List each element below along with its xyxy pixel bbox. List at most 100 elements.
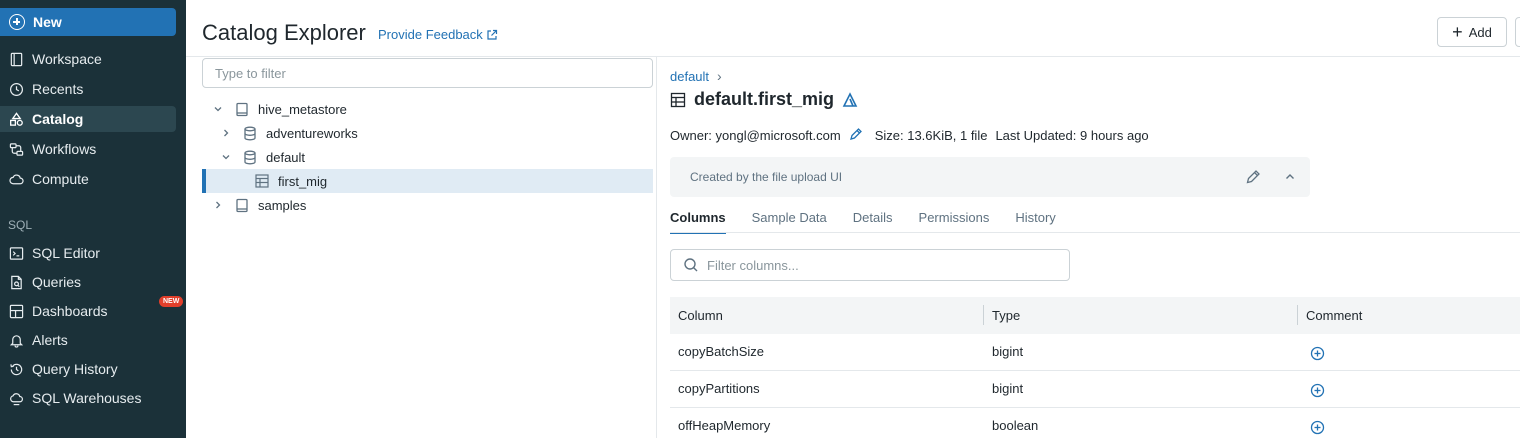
plus-icon: + <box>1452 21 1463 42</box>
sidebar-item-label: Query History <box>32 361 118 377</box>
table-icon <box>670 92 686 107</box>
tree-node-samples[interactable]: samples <box>210 193 306 217</box>
table-row: copyPartitions bigint <box>670 371 1520 408</box>
sidebar-item-sql-warehouses[interactable]: SQL Warehouses <box>0 385 176 411</box>
sidebar-item-label: Recents <box>32 81 84 97</box>
tab-sample-data[interactable]: Sample Data <box>752 206 827 233</box>
sql-editor-icon <box>8 245 24 261</box>
header-type[interactable]: Type <box>992 308 1020 323</box>
new-button-label: New <box>33 14 62 30</box>
sidebar-item-label: SQL Warehouses <box>32 390 142 406</box>
breadcrumb: default › <box>670 68 722 84</box>
sidebar-item-alerts[interactable]: Alerts <box>0 327 176 353</box>
provide-feedback-link[interactable]: Provide Feedback <box>378 27 498 42</box>
tab-permissions[interactable]: Permissions <box>919 206 990 233</box>
breadcrumb-link-default[interactable]: default <box>670 69 709 84</box>
database-icon <box>242 149 258 165</box>
add-comment-icon[interactable] <box>1310 383 1325 401</box>
delta-icon <box>842 91 858 107</box>
sidebar-item-queries[interactable]: Queries <box>0 269 176 295</box>
cell-column: copyPartitions <box>678 381 760 396</box>
tab-columns[interactable]: Columns <box>670 206 726 234</box>
provide-feedback-label: Provide Feedback <box>378 27 483 42</box>
tree-node-default[interactable]: default <box>218 145 305 169</box>
tree-node-hive-metastore[interactable]: hive_metastore <box>210 97 347 121</box>
edit-owner-icon[interactable] <box>849 127 863 144</box>
sidebar-item-label: Alerts <box>32 332 68 348</box>
tree-node-label: samples <box>258 197 307 213</box>
edit-description-icon[interactable] <box>1245 169 1261 188</box>
chevron-down-icon[interactable] <box>218 149 234 165</box>
cell-type: bigint <box>992 344 1024 359</box>
sidebar-item-label: Queries <box>32 274 82 290</box>
catalog-book-icon <box>234 197 250 213</box>
description-box: Created by the file upload UI <box>670 157 1310 197</box>
external-link-icon <box>487 29 497 40</box>
detail-tabs: Columns Sample Data Details Permissions … <box>670 206 1082 234</box>
cell-column: copyBatchSize <box>678 344 764 359</box>
header-divider <box>186 56 1520 57</box>
selection-indicator <box>202 169 206 193</box>
sql-section-label: SQL <box>8 218 33 232</box>
column-filter-input[interactable] <box>707 257 1047 273</box>
cell-type: boolean <box>992 418 1039 433</box>
table-icon <box>254 173 270 189</box>
search-icon <box>684 258 698 272</box>
sidebar-item-dashboards[interactable]: Dashboards <box>0 298 176 324</box>
owner-text: Owner: yongl@microsoft.com <box>670 128 841 143</box>
chevron-right-icon[interactable] <box>210 197 226 213</box>
cell-type: bigint <box>992 381 1024 396</box>
tree-filter-input[interactable] <box>202 58 653 88</box>
sidebar-item-sql-editor[interactable]: SQL Editor <box>0 240 176 266</box>
tree-node-adventureworks[interactable]: adventureworks <box>218 121 358 145</box>
tab-history[interactable]: History <box>1015 206 1055 233</box>
detail-title: default.first_mig <box>670 89 858 110</box>
new-button[interactable]: New <box>0 8 176 36</box>
tab-details[interactable]: Details <box>853 206 893 233</box>
clock-icon <box>8 81 24 97</box>
header-comment[interactable]: Comment <box>1306 308 1362 323</box>
sidebar-item-recents[interactable]: Recents <box>0 76 176 102</box>
column-filter[interactable] <box>670 249 1070 281</box>
overflow-button[interactable] <box>1515 17 1520 47</box>
queries-icon <box>8 274 24 290</box>
workspace-icon <box>8 51 24 67</box>
add-comment-icon[interactable] <box>1310 420 1325 438</box>
panel-divider[interactable] <box>656 57 657 438</box>
breadcrumb-separator: › <box>717 68 722 84</box>
sidebar-item-label: Compute <box>32 171 89 187</box>
sidebar: New Workspace Recents Catalog Workflows … <box>0 0 186 438</box>
columns-table: Column Type Comment copyBatchSize bigint… <box>670 297 1520 438</box>
sidebar-item-label: Dashboards <box>32 303 108 319</box>
dashboards-icon <box>8 303 24 319</box>
sidebar-item-compute[interactable]: Compute <box>0 166 176 192</box>
chevron-down-icon[interactable] <box>210 101 226 117</box>
page-title: Catalog Explorer <box>202 20 366 45</box>
tree-node-label: default <box>266 149 306 165</box>
cell-column: offHeapMemory <box>678 418 771 433</box>
sidebar-item-catalog[interactable]: Catalog <box>0 106 176 132</box>
sidebar-item-label: SQL Editor <box>32 245 100 261</box>
add-button[interactable]: + Add <box>1437 17 1507 47</box>
history-icon <box>8 361 24 377</box>
new-badge: NEW <box>159 296 184 307</box>
sidebar-item-workspace[interactable]: Workspace <box>0 46 176 72</box>
header-column[interactable]: Column <box>678 308 723 323</box>
chevron-up-icon[interactable] <box>1283 170 1297 187</box>
detail-title-text: default.first_mig <box>694 89 835 109</box>
plus-circle-icon <box>9 14 25 30</box>
catalog-book-icon <box>234 101 250 117</box>
sidebar-item-label: Catalog <box>32 111 84 127</box>
chevron-right-icon[interactable] <box>218 125 234 141</box>
sidebar-item-query-history[interactable]: Query History <box>0 356 176 382</box>
column-resizer[interactable] <box>983 305 984 325</box>
column-resizer[interactable] <box>1297 305 1298 325</box>
bell-icon <box>8 332 24 348</box>
table-row: copyBatchSize bigint <box>670 334 1520 371</box>
database-icon <box>242 125 258 141</box>
tree-node-first-mig[interactable]: first_mig <box>202 169 653 193</box>
add-comment-icon[interactable] <box>1310 346 1325 364</box>
last-updated-text: Last Updated: 9 hours ago <box>995 128 1149 143</box>
table-header: Column Type Comment <box>670 297 1520 334</box>
sidebar-item-workflows[interactable]: Workflows <box>0 136 176 162</box>
